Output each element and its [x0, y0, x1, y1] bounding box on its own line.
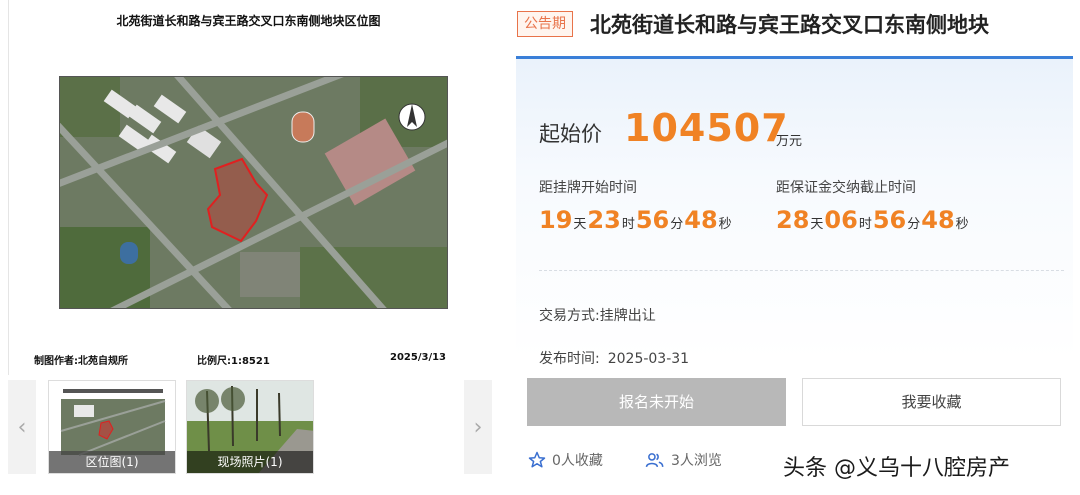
trade-method-row: 交易方式:挂牌出让: [539, 305, 656, 325]
view-count: 3人浏览: [645, 450, 722, 470]
chevron-right-icon[interactable]: ›: [464, 380, 492, 474]
publish-time-label: 发布时间:: [539, 351, 600, 367]
countdown-days: 19: [539, 206, 573, 234]
add-favorite-button[interactable]: 我要收藏: [802, 378, 1061, 426]
unit-day: 天: [810, 217, 824, 232]
countdown-hours: 23: [587, 206, 621, 234]
thumbnail-label: 区位图(1): [49, 451, 175, 473]
listing-countdown-label: 距挂牌开始时间: [539, 180, 637, 196]
satellite-map-image: [59, 76, 448, 309]
countdown-minutes: 56: [872, 206, 907, 234]
starting-price-label: 起始价: [539, 122, 602, 146]
unit-minute: 分: [670, 217, 684, 232]
listing-countdown: 19天23时56分48秒: [539, 206, 733, 234]
countdown-days: 28: [776, 206, 810, 234]
map-title: 北苑街道长和路与宾王路交叉口东南侧地块区位图: [116, 14, 381, 28]
star-icon: [528, 451, 546, 468]
thumbnail-site-photo[interactable]: 现场照片(1): [186, 380, 314, 474]
unit-second: 秒: [955, 217, 969, 232]
trade-method-value: 挂牌出让: [599, 308, 656, 324]
deposit-countdown-label: 距保证金交纳截止时间: [776, 180, 916, 196]
favorite-count[interactable]: 0人收藏: [528, 450, 603, 470]
thumbnail-location-map[interactable]: 区位图(1): [48, 380, 176, 474]
favorite-count-text: 0人收藏: [552, 453, 603, 469]
view-count-text: 3人浏览: [671, 453, 722, 469]
chevron-left-icon[interactable]: ‹: [8, 380, 36, 474]
unit-day: 天: [573, 217, 587, 232]
unit-hour: 时: [621, 217, 635, 232]
thumbnail-label: 现场照片(1): [187, 451, 313, 473]
countdown-minutes: 56: [635, 206, 670, 234]
users-icon: [645, 453, 664, 468]
publish-time-value: 2025-03-31: [607, 351, 690, 367]
map-maker: 制图作者:北苑自规所: [34, 356, 128, 367]
land-listing-page: 北苑街道长和路与宾王路交叉口东南侧地块区位图 制图作者:北苑自规所 比例尺:1:…: [0, 0, 1080, 495]
watermark: 头条 @义乌十八腔房产: [783, 456, 1010, 481]
countdown-seconds: 48: [921, 206, 955, 234]
publish-time-row: 发布时间: 2025-03-31: [539, 348, 689, 368]
unit-minute: 分: [907, 217, 921, 232]
map-scale: 比例尺:1:8521: [197, 356, 270, 367]
starting-price-unit: 万元: [776, 134, 803, 149]
listing-title: 北苑街道长和路与宾王路交叉口东南侧地块: [590, 13, 989, 37]
signup-button[interactable]: 报名未开始: [527, 378, 786, 426]
location-map-document[interactable]: 北苑街道长和路与宾王路交叉口东南侧地块区位图 制图作者:北苑自规所 比例尺:1:…: [8, 0, 488, 375]
unit-second: 秒: [718, 217, 732, 232]
section-divider: [539, 270, 1064, 271]
map-date: 2025/3/13: [390, 352, 447, 363]
countdown-hours: 06: [824, 206, 858, 234]
countdown-seconds: 48: [684, 206, 718, 234]
unit-hour: 时: [858, 217, 872, 232]
starting-price-value: 104507: [624, 106, 789, 150]
deposit-countdown: 28天06时56分48秒: [776, 206, 970, 234]
status-badge: 公告期: [517, 11, 573, 37]
thumbnail-gallery: ‹ 区位图(1) 现场照片(1) ›: [8, 378, 492, 476]
trade-method-label: 交易方式:: [539, 308, 600, 324]
